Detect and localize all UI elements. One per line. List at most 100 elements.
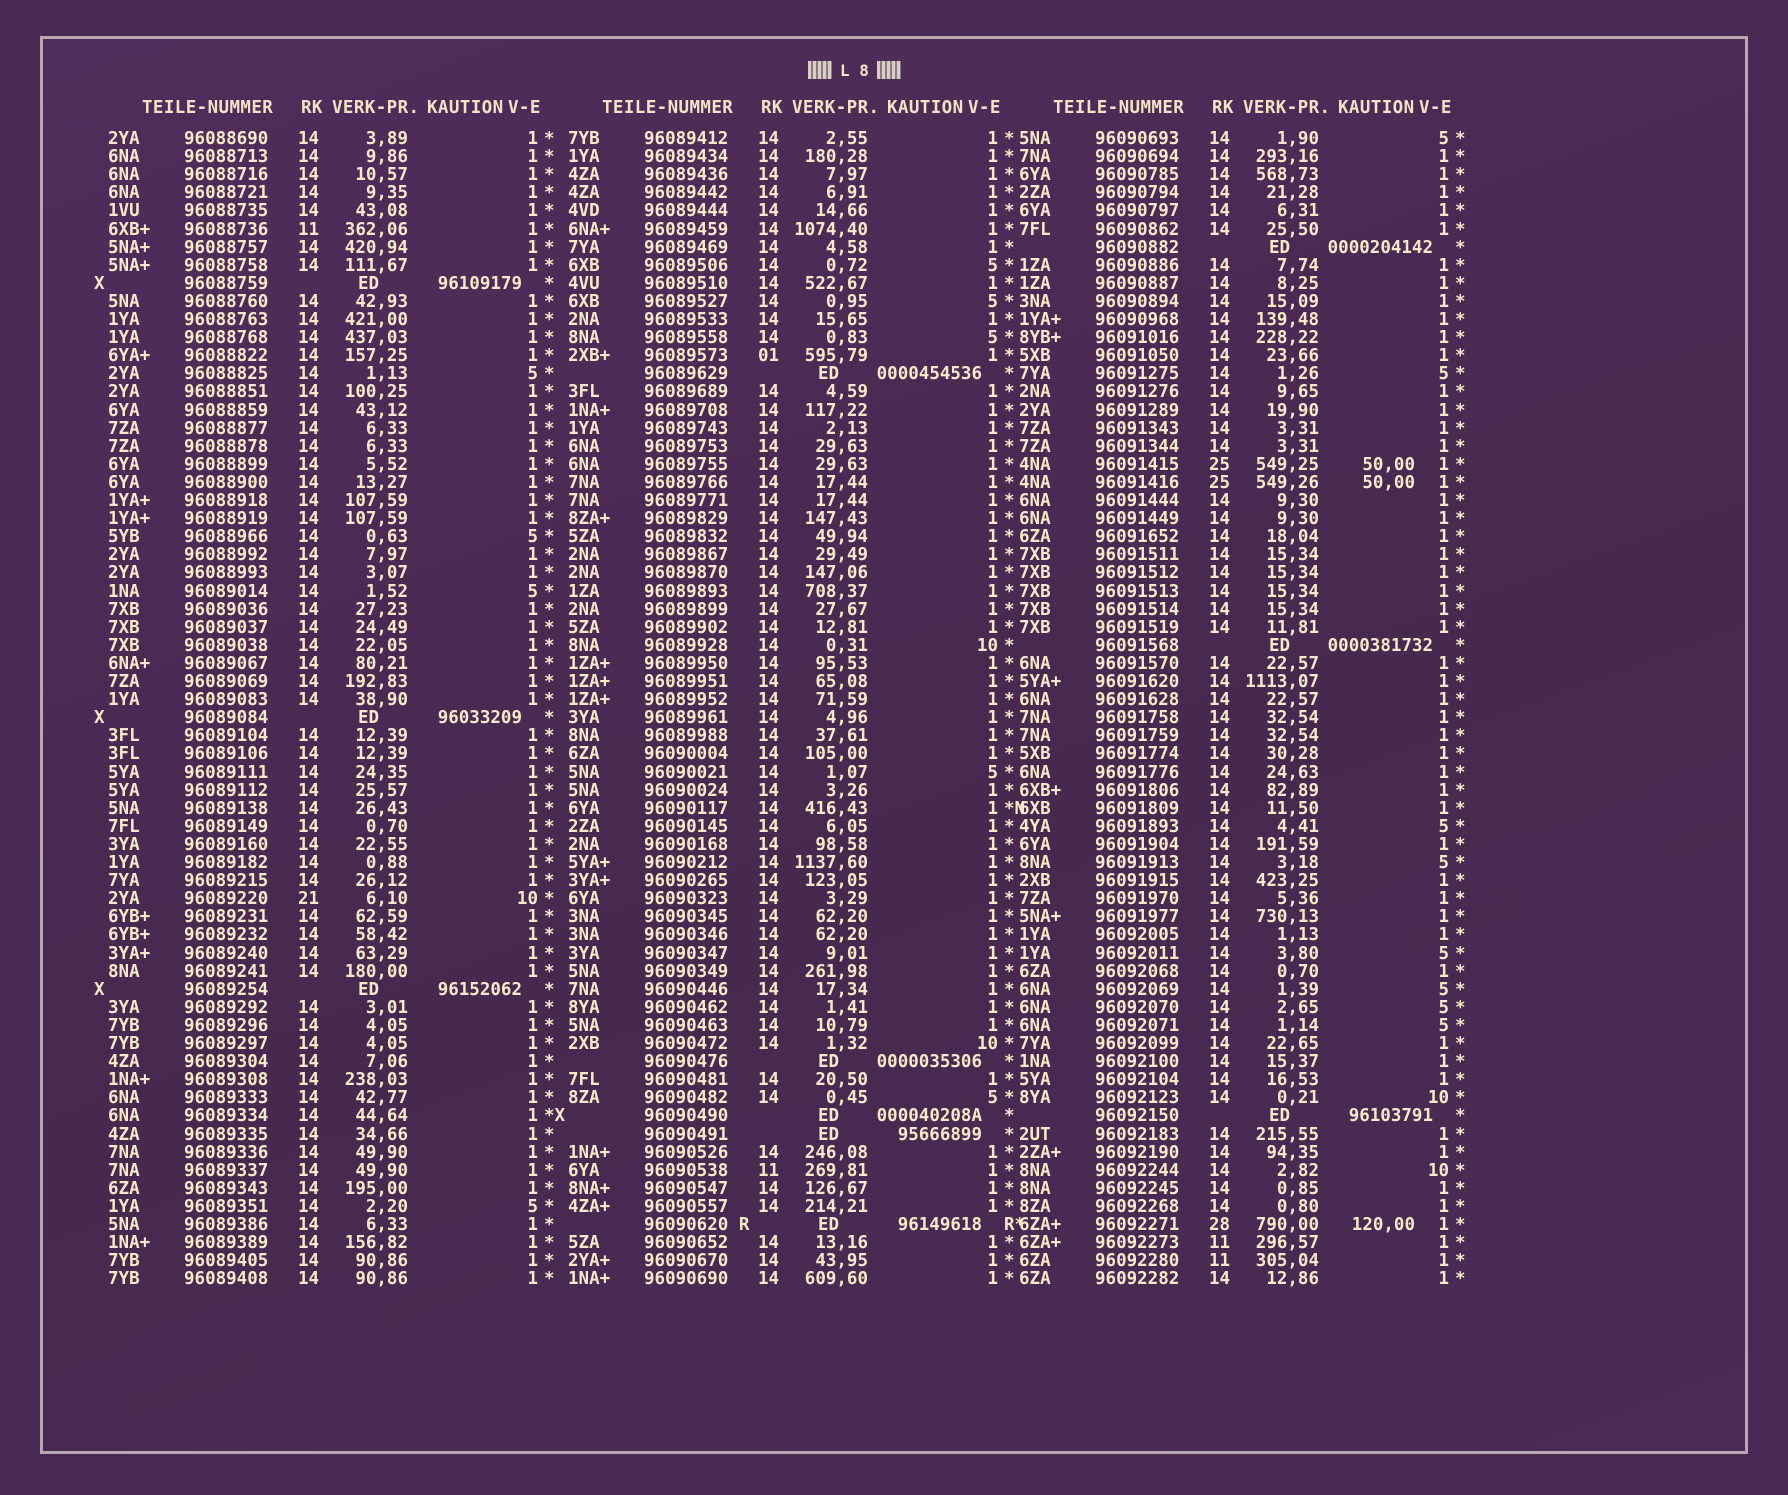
table-row: 7ZA 96089069 14 192,83 1 * — [108, 672, 555, 693]
table-row: 2XB 96091915 14 423,25 1 * — [1019, 872, 1466, 892]
table-row: 2YA 96088851 14 100,25 1 * — [108, 382, 555, 403]
table-row: 3YA 96089160 14 22,55 1 * — [108, 835, 555, 856]
cell-v-e: 1 — [987, 382, 998, 403]
cell-code: 5XB — [1019, 744, 1051, 765]
cell-v-e: 1 — [527, 1269, 538, 1290]
cell-verk-pr: 12,39 — [355, 744, 408, 765]
cell-verk-pr: 9,65 — [1276, 382, 1319, 403]
column-header: TEILE-NUMMER RK VERK-PR. KAUTION V-E — [108, 98, 548, 122]
table-row: 1NA 96092100 14 15,37 1 * — [1019, 1053, 1466, 1073]
cell-v-e: 5 — [987, 1088, 998, 1109]
cell-kaution: 96109179 — [437, 273, 522, 294]
cell-rk: 14 — [758, 1196, 780, 1217]
cell-teile-nummer: 96091276 — [1095, 382, 1180, 403]
table-row: 2NA 96090168 14 98,58 1 * — [568, 835, 1015, 856]
cell-kaution: 0000454536 — [876, 364, 982, 385]
cell-flag: * — [1004, 201, 1015, 222]
cell-rk: 14 — [758, 563, 780, 584]
table-row: 3YA 96089292 14 3,01 1 * — [108, 998, 555, 1019]
table-row: 5YA 96089112 14 25,57 1 * — [108, 781, 555, 802]
header-verk-pr: VERK-PR. — [1243, 98, 1331, 118]
cell-verk-pr: 147,06 — [804, 563, 868, 584]
table-row: 7NA 96089337 14 49,90 1 * — [108, 1161, 555, 1182]
table-row: 96090490 ED 000040208A * — [568, 1106, 1015, 1127]
table-row: 1ZA+ 96089952 14 71,59 1 * — [568, 691, 1015, 711]
table-row: 6XB+ 96091806 14 82,89 1 * — [1019, 781, 1466, 802]
cell-v-e: 1 — [1438, 925, 1449, 946]
table-row: 1YA 96089434 14 180,28 1 * — [568, 148, 1015, 168]
column-header: TEILE-NUMMER RK VERK-PR. KAUTION V-E — [568, 98, 1008, 122]
cell-teile-nummer: 96090004 — [644, 744, 729, 765]
cell-teile-nummer: 96090346 — [644, 925, 729, 946]
cell-verk-pr: 15,34 — [1266, 563, 1319, 584]
cell-v-e: 1 — [527, 382, 538, 403]
cell-v-e: 1 — [1438, 219, 1449, 240]
cell-v-e: 1 — [527, 690, 538, 711]
cell-rk: 14 — [758, 925, 780, 946]
cell-flag: * — [1455, 1106, 1466, 1127]
table-row: 2YA+ 96090670 14 43,95 1 * — [568, 1252, 1015, 1272]
cell-rk: 14 — [758, 744, 780, 765]
cell-rk: 14 — [298, 1106, 320, 1127]
table-row: 7NA 96090446 14 17,34 1 * — [568, 980, 1015, 1001]
table-row: 6NA 96092069 14 1,39 5 * — [1019, 980, 1466, 1001]
table-row: 4YA 96091893 14 4,41 5 * — [1019, 817, 1466, 838]
header-kaution: KAUTION — [1338, 98, 1415, 118]
table-row: 3FL 96089104 14 12,39 1 * — [108, 727, 555, 747]
table-row: 8NA+ 96090547 14 126,67 1 * — [568, 1179, 1015, 1200]
table-row: 96089629 ED 0000454536 * — [568, 364, 1015, 385]
table-row: 7XB 96089038 14 22,05 1 * — [108, 636, 555, 657]
table-row: 1YA+ 96090968 14 139,48 1 * — [1019, 310, 1466, 331]
cell-v-e: 1 — [1438, 744, 1449, 765]
table-row: 5NA+ 96088757 14 420,94 1 * — [108, 238, 555, 259]
cell-flag: * — [544, 563, 555, 584]
table-row: 96090882 ED 0000204142 * — [1019, 237, 1466, 259]
cell-teile-nummer: 96092282 — [1095, 1269, 1180, 1290]
cell-rk: 14 — [1209, 219, 1231, 240]
table-row: 6ZA+ 96092273 11 296,57 1 * — [1019, 1234, 1466, 1254]
table-row: 2YA 96088690 14 3,89 1 * — [108, 129, 555, 150]
cell-v-e: 1 — [987, 1196, 998, 1217]
table-row: 6NA 96091628 14 22,57 1 * — [1019, 691, 1466, 711]
cell-rk: 14 — [298, 961, 320, 982]
cell-verk-pr: 12,86 — [1266, 1269, 1319, 1290]
cell-verk-pr: ED — [1269, 1106, 1291, 1127]
table-row: 2NA 96089899 14 27,67 1 * — [568, 600, 1015, 621]
cell-v-e: 1 — [527, 744, 538, 765]
cell-kaution: 000040208A — [876, 1106, 982, 1127]
cell-verk-pr: 43,08 — [355, 201, 408, 222]
cell-rk: 14 — [298, 925, 320, 946]
table-row: 1YA+ 96088918 14 107,59 1 * — [108, 491, 555, 512]
cell-rk: 14 — [298, 201, 320, 222]
header-kaution: KAUTION — [427, 98, 504, 118]
cell-v-e: 1 — [527, 563, 538, 584]
table-row: 7YB 96089296 14 4,05 1 * — [108, 1016, 555, 1037]
cell-kaution: 50,00 — [1362, 472, 1415, 493]
cell-v-e: 1 — [527, 961, 538, 982]
table-row: 7NA 96091758 14 32,54 1 * — [1019, 709, 1466, 729]
cell-kaution: 95666899 — [897, 1124, 982, 1145]
cell-rk: 14 — [1209, 563, 1231, 584]
table-row: 2YA 96091289 14 19,90 1 * — [1019, 401, 1466, 422]
cell-flag: * — [1455, 925, 1466, 946]
cell-code: 5NA+ — [108, 255, 151, 276]
cell-rk: 14 — [298, 563, 320, 584]
table-row: 6YB+ 96089232 14 58,42 1 * — [108, 925, 555, 946]
cell-teile-nummer: 96089689 — [644, 382, 729, 403]
table-row: 3YA+ 96090265 14 123,05 1 * — [568, 872, 1015, 892]
cell-teile-nummer: 96091512 — [1095, 563, 1180, 584]
table-row: 8NA 96092244 14 2,82 10 * — [1019, 1161, 1466, 1182]
cell-rk: 14 — [298, 1269, 320, 1290]
page-title-text: L 8 — [840, 60, 869, 80]
table-row: 8NA 96089928 14 0,31 10 * — [568, 636, 1015, 657]
cell-code: 7FL — [1019, 219, 1051, 240]
table-row: 6NA 96088713 14 9,86 1 * — [108, 148, 555, 168]
cell-rk: 14 — [1209, 744, 1231, 765]
table-row: 7ZA 96088877 14 6,33 1 * — [108, 419, 555, 440]
table-row: 7YA 96092099 14 22,65 1 * — [1019, 1034, 1466, 1055]
cell-kaution: 0000204142 — [1327, 237, 1433, 258]
table-row: 96091568 ED 0000381732 * — [1019, 636, 1466, 657]
table-row: 5NA 96090463 14 10,79 1 * — [568, 1016, 1015, 1037]
table-row: 7YA 96089215 14 26,12 1 * — [108, 872, 555, 892]
cell-v-e: 1 — [1438, 201, 1449, 222]
